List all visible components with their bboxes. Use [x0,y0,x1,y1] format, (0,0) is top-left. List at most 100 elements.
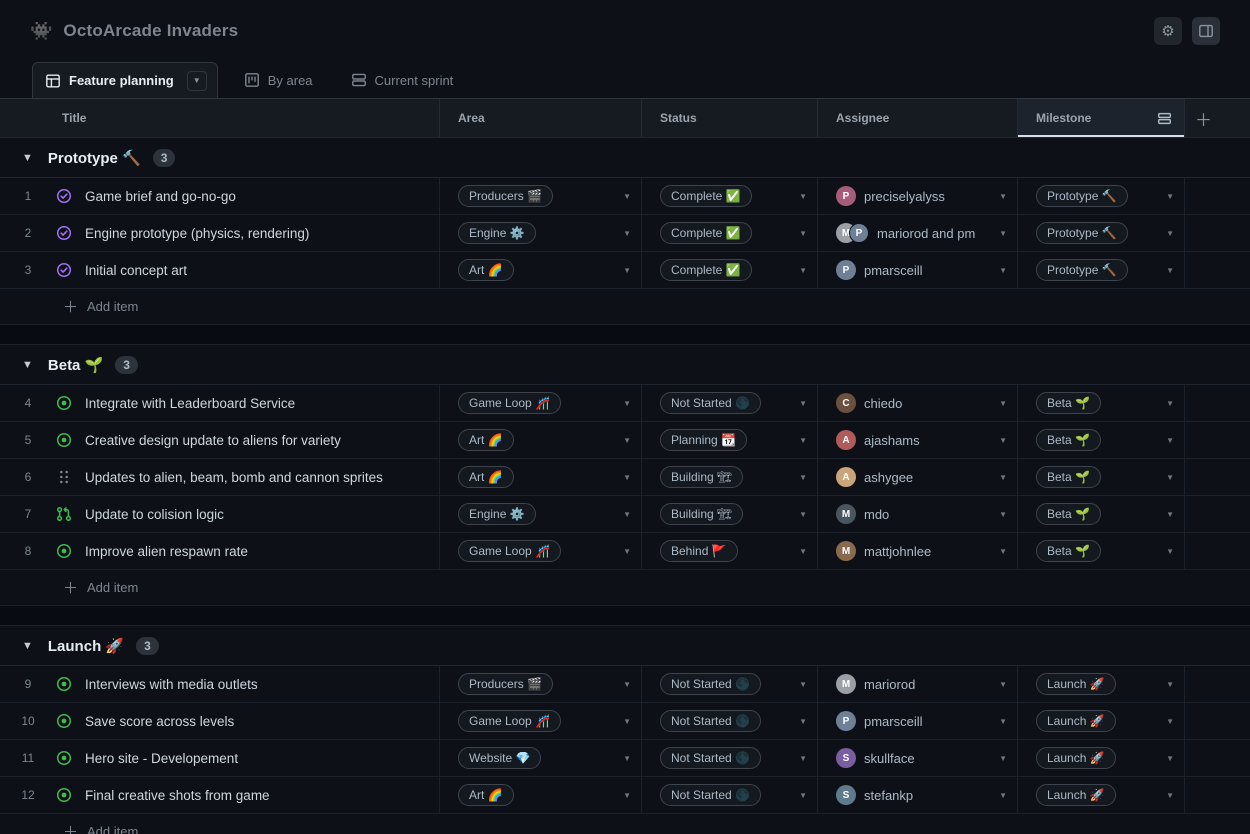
milestone-cell[interactable]: Launch 🚀▼ [1018,740,1185,776]
area-cell[interactable]: Engine ⚙️▼ [440,496,642,532]
item-title[interactable]: Integrate with Leaderboard Service [85,396,295,411]
tab-feature-planning[interactable]: Feature planning ▼ [32,62,218,98]
assignee-cell[interactable]: Cchiedo▼ [818,385,1018,421]
add-item-button[interactable]: ＋Add item [0,289,1250,325]
status-cell[interactable]: Building 🏗▼ [642,496,818,532]
assignee-cell[interactable]: Mmariorod▼ [818,666,1018,702]
chevron-down-icon[interactable]: ▼ [22,359,33,371]
assignee-name: ajashams [864,433,920,448]
milestone-cell[interactable]: Beta 🌱▼ [1018,459,1185,495]
assignee-cell[interactable]: Mmattjohnlee▼ [818,533,1018,569]
column-header-status[interactable]: Status [642,99,818,137]
milestone-cell[interactable]: Launch 🚀▼ [1018,703,1185,739]
assignee-cell[interactable]: Aashygee▼ [818,459,1018,495]
add-item-button[interactable]: ＋Add item [0,814,1250,834]
item-title[interactable]: Final creative shots from game [85,788,270,803]
area-cell[interactable]: Engine ⚙️▼ [440,215,642,251]
status-cell[interactable]: Not Started 🌑▼ [642,740,818,776]
area-cell[interactable]: Art 🌈▼ [440,459,642,495]
item-title[interactable]: Game brief and go-no-go [85,189,236,204]
milestone-pill: Prototype 🔨 [1036,259,1128,281]
area-pill: Game Loop 🎢 [458,540,561,562]
assignee-cell[interactable]: MPmariorod and pm▼ [818,215,1018,251]
milestone-pill: Prototype 🔨 [1036,222,1128,244]
milestone-pill: Beta 🌱 [1036,503,1101,525]
item-title[interactable]: Engine prototype (physics, rendering) [85,226,309,241]
assignee-cell[interactable]: Sskullface▼ [818,740,1018,776]
status-cell[interactable]: Not Started 🌑▼ [642,385,818,421]
column-header-title[interactable]: Title [0,99,440,137]
dropdown-caret-icon: ▼ [799,436,817,445]
title-cell: 6Updates to alien, beam, bomb and cannon… [0,459,440,495]
assignee-cell[interactable]: Ppmarsceill▼ [818,703,1018,739]
assignee-cell[interactable]: Sstefankp▼ [818,777,1018,813]
area-cell[interactable]: Producers 🎬▼ [440,666,642,702]
milestone-cell[interactable]: Beta 🌱▼ [1018,533,1185,569]
milestone-cell[interactable]: Beta 🌱▼ [1018,422,1185,458]
area-cell[interactable]: Producers 🎬▼ [440,178,642,214]
avatar: M [836,541,856,561]
item-title[interactable]: Updates to alien, beam, bomb and cannon … [85,470,383,485]
group-header-prototype: ▼Prototype 🔨3 [0,138,1250,178]
column-menu-icon[interactable] [1157,111,1172,126]
milestone-cell[interactable]: Prototype 🔨▼ [1018,252,1185,288]
milestone-cell[interactable]: Beta 🌱▼ [1018,496,1185,532]
item-title[interactable]: Improve alien respawn rate [85,544,248,559]
item-title[interactable]: Creative design update to aliens for var… [85,433,341,448]
side-panel-toggle-button[interactable] [1192,17,1220,45]
assignee-cell[interactable]: Ppreciselyalyss▼ [818,178,1018,214]
milestone-cell[interactable]: Launch 🚀▼ [1018,666,1185,702]
dropdown-caret-icon: ▼ [623,680,641,689]
row-number: 3 [0,263,56,277]
chevron-down-icon[interactable]: ▼ [22,152,33,164]
table-row: 7Update to colision logicEngine ⚙️▼Build… [0,496,1250,533]
area-cell[interactable]: Website 💎▼ [440,740,642,776]
column-header-assignee[interactable]: Assignee [818,99,1018,137]
area-cell[interactable]: Game Loop 🎢▼ [440,703,642,739]
status-cell[interactable]: Complete ✅▼ [642,215,818,251]
area-cell[interactable]: Game Loop 🎢▼ [440,385,642,421]
area-pill: Website 💎 [458,747,541,769]
dropdown-caret-icon: ▼ [1166,229,1184,238]
settings-button[interactable]: ⚙ [1154,17,1182,45]
tab-by-area[interactable]: By area [232,62,325,98]
item-title[interactable]: Update to colision logic [85,507,224,522]
dropdown-caret-icon: ▼ [999,510,1017,519]
view-options-button[interactable]: ▼ [187,71,207,91]
assignee-cell[interactable]: Aajashams▼ [818,422,1018,458]
milestone-cell[interactable]: Launch 🚀▼ [1018,777,1185,813]
group-header-beta: ▼Beta 🌱3 [0,345,1250,385]
area-cell[interactable]: Art 🌈▼ [440,777,642,813]
add-column-button[interactable]: ＋ [1195,106,1212,131]
status-cell[interactable]: Building 🏗▼ [642,459,818,495]
column-header-milestone[interactable]: Milestone [1018,99,1185,137]
area-cell[interactable]: Game Loop 🎢▼ [440,533,642,569]
tab-current-sprint[interactable]: Current sprint [339,62,466,98]
status-cell[interactable]: Not Started 🌑▼ [642,777,818,813]
status-cell[interactable]: Not Started 🌑▼ [642,666,818,702]
assignee-name: mattjohnlee [864,544,931,559]
closed-issue-icon [56,188,72,204]
milestone-cell[interactable]: Beta 🌱▼ [1018,385,1185,421]
status-cell[interactable]: Complete ✅▼ [642,178,818,214]
chevron-down-icon[interactable]: ▼ [22,640,33,652]
status-cell[interactable]: Complete ✅▼ [642,252,818,288]
add-item-button[interactable]: ＋Add item [0,570,1250,606]
assignee-cell[interactable]: Ppmarsceill▼ [818,252,1018,288]
milestone-cell[interactable]: Prototype 🔨▼ [1018,178,1185,214]
item-title[interactable]: Save score across levels [85,714,234,729]
status-cell[interactable]: Behind 🚩▼ [642,533,818,569]
area-cell[interactable]: Art 🌈▼ [440,422,642,458]
assignee-cell[interactable]: Mmdo▼ [818,496,1018,532]
milestone-cell[interactable]: Prototype 🔨 ▼ [1018,215,1185,251]
status-cell[interactable]: Not Started 🌑▼ [642,703,818,739]
item-title[interactable]: Hero site - Developement [85,751,238,766]
item-title[interactable]: Interviews with media outlets [85,677,258,692]
avatar-stack: S [836,748,856,768]
column-header-area[interactable]: Area [440,99,642,137]
area-cell[interactable]: Art 🌈▼ [440,252,642,288]
item-title[interactable]: Initial concept art [85,263,187,278]
row-spacer-cell [1185,496,1250,532]
dropdown-caret-icon: ▼ [623,266,641,275]
status-cell[interactable]: Planning 📆▼ [642,422,818,458]
